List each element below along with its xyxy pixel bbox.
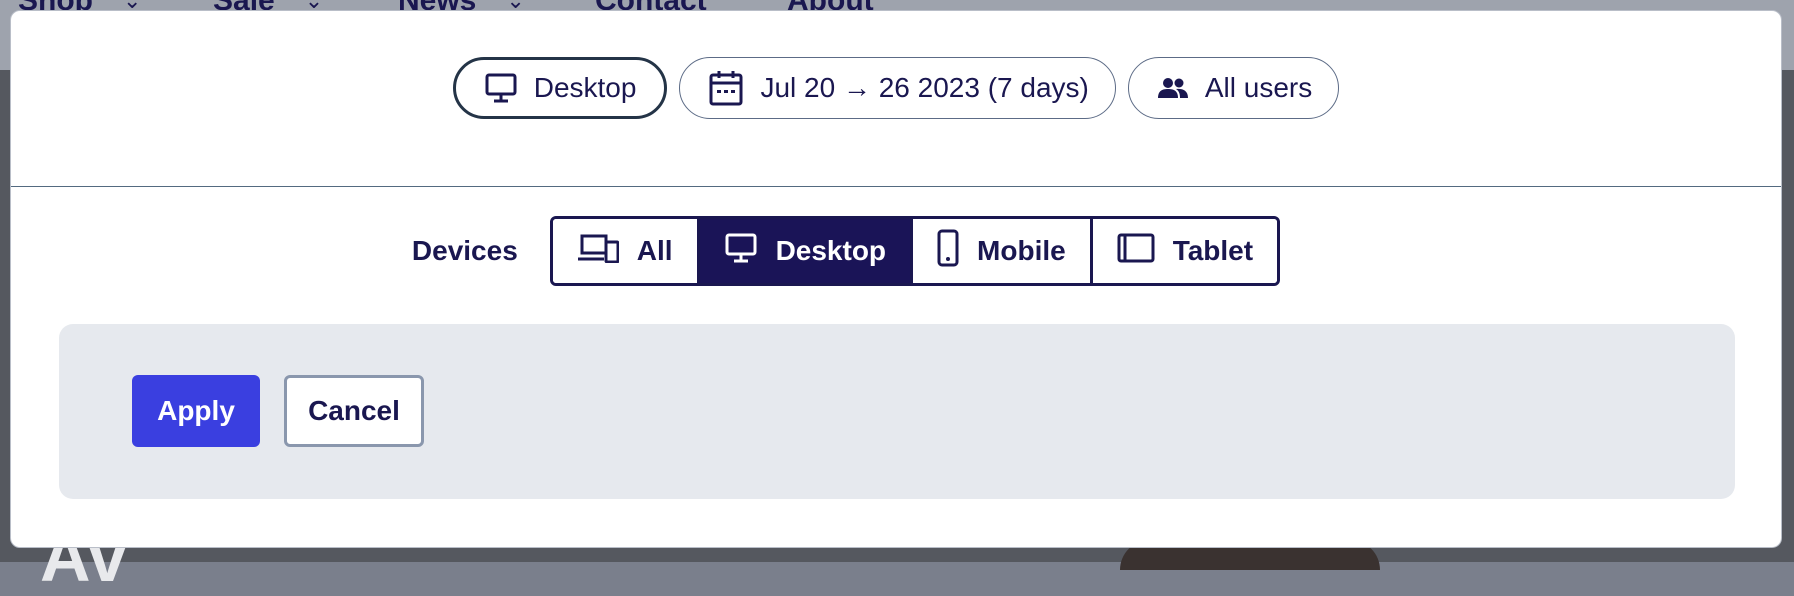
device-option-label: Tablet [1172,235,1254,266]
date-range-chip[interactable]: Jul 20 → 26 2023 (7 days) [679,57,1116,119]
filter-modal: Desktop Jul 20 → 26 2023 (7 days) All us… [10,10,1782,548]
devices-label: Devices [411,235,518,266]
calendar-icon [708,69,744,107]
tablet-icon [1117,233,1155,270]
users-filter-label: All users [1204,72,1313,103]
device-option-all[interactable]: All [552,219,700,283]
apply-button[interactable]: Apply [132,375,260,447]
users-icon [1157,76,1189,100]
section-divider [11,186,1781,187]
device-option-desktop[interactable]: Desktop [699,219,914,283]
monitor-icon [724,232,758,271]
users-filter-chip[interactable]: All users [1127,57,1340,119]
device-option-label: All [636,235,673,266]
monitor-icon [484,72,518,104]
device-filter-chip[interactable]: Desktop [452,57,668,119]
devices-icon [577,233,620,270]
cancel-button[interactable]: Cancel [284,375,424,447]
action-panel: Apply Cancel [59,324,1735,499]
device-segmented-control: All Desktop Mobile Tablet [549,216,1281,286]
device-option-label: Mobile [977,235,1066,266]
date-range-label: Jul 20 → 26 2023 (7 days) [760,72,1089,103]
mobile-icon [937,229,959,274]
devices-filter-row: Devices All Desktop Mobile Tablet [11,215,1781,287]
device-option-tablet[interactable]: Tablet [1092,219,1278,283]
device-option-label: Desktop [775,235,887,266]
device-option-mobile[interactable]: Mobile [913,219,1093,283]
device-filter-label: Desktop [533,72,637,103]
filter-chips: Desktop Jul 20 → 26 2023 (7 days) All us… [11,57,1781,125]
